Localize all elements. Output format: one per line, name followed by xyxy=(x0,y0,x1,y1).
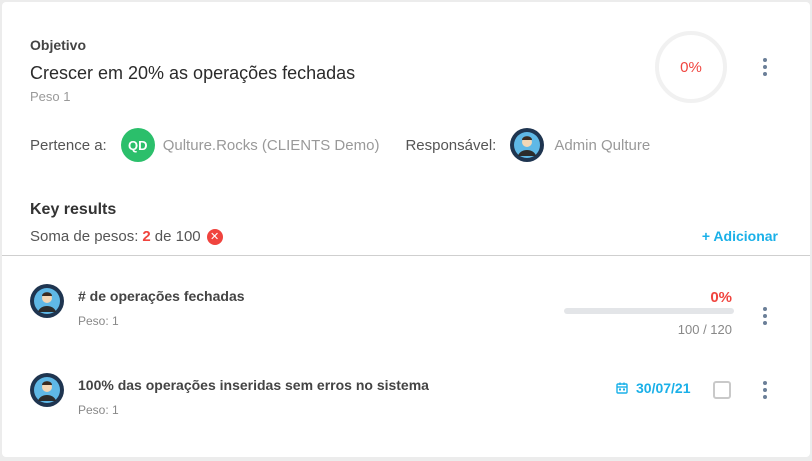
team-badge: QD xyxy=(120,128,155,162)
kr-2-due-date-text: 30/07/21 xyxy=(636,380,691,396)
calendar-icon xyxy=(616,382,628,394)
kr-2-due-date[interactable]: 30/07/21 xyxy=(616,380,691,396)
kr-1-count: 100 / 120 xyxy=(677,322,732,337)
weights-sum-value: 2 xyxy=(142,228,151,245)
error-circle-icon: ✕ xyxy=(206,228,223,245)
kr-1-progress-bar xyxy=(564,308,734,314)
kr-1-weight: Peso: 1 xyxy=(78,314,119,328)
kr-2-checkbox[interactable] xyxy=(713,381,731,399)
kr-2-weight: Peso: 1 xyxy=(78,403,119,417)
objective-title[interactable]: Crescer em 20% as operações fechadas xyxy=(30,63,355,84)
kr-2-menu-kebab-icon[interactable] xyxy=(755,378,775,402)
belongs-label: Pertence a: xyxy=(30,136,107,154)
add-key-result-button[interactable]: + Adicionar xyxy=(702,228,778,244)
weights-sum-prefix: Soma de pesos: xyxy=(30,228,139,245)
owner-avatar-icon xyxy=(510,128,545,162)
kr-2-title[interactable]: 100% das operações inseridas sem erros n… xyxy=(78,377,429,393)
objective-card: Objetivo Crescer em 20% as operações fec… xyxy=(2,2,810,457)
kr-1-avatar-icon xyxy=(30,284,64,318)
kr-2-avatar-icon xyxy=(30,373,64,407)
weights-sum-suffix: de 100 xyxy=(154,228,201,245)
kr-1-title[interactable]: # de operações fechadas xyxy=(78,288,245,304)
objective-menu-kebab-icon[interactable] xyxy=(755,55,775,79)
owner-label: Responsável: xyxy=(405,136,497,154)
belongs-team-link[interactable]: Qulture.Rocks (CLIENTS Demo) xyxy=(163,137,380,154)
key-results-title: Key results xyxy=(30,201,117,218)
objective-weight: Peso 1 xyxy=(30,89,71,104)
kr-1-menu-kebab-icon[interactable] xyxy=(755,304,775,328)
objective-label: Objetivo xyxy=(30,37,87,53)
objective-progress-text: 0% xyxy=(680,58,702,76)
section-divider xyxy=(2,255,810,256)
weights-sum: Soma de pesos: 2 de 100 ✕ xyxy=(30,228,223,245)
objective-meta-row: Pertence a: QD Qulture.Rocks (CLIENTS De… xyxy=(30,127,650,163)
owner-name-link[interactable]: Admin Qulture xyxy=(554,137,650,154)
kr-1-percent: 0% xyxy=(710,289,732,306)
